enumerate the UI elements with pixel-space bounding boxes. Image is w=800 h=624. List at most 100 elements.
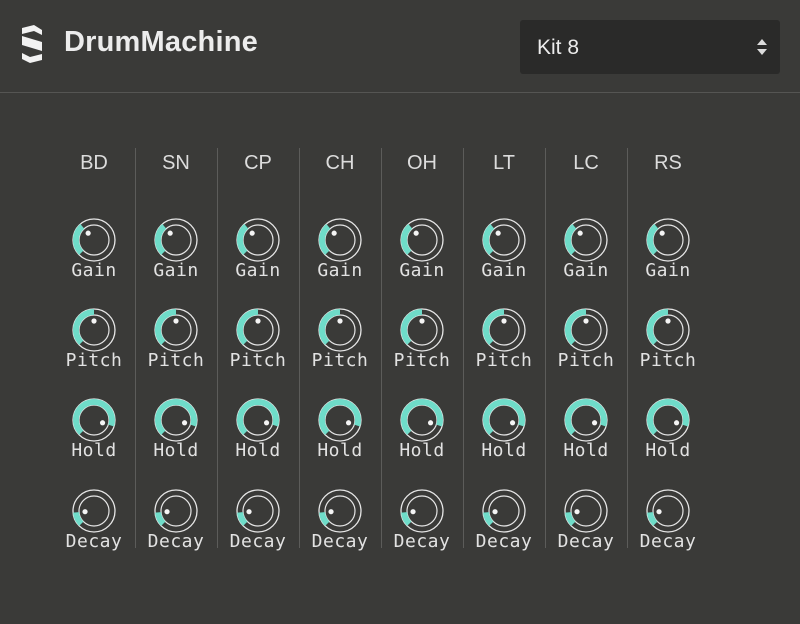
hold-control: Hold [299,396,381,476]
channel-cp: CP Gain Pitch Hold Decay [217,148,300,552]
knob-indicator-dot [246,509,252,515]
gain-knob[interactable] [234,216,282,264]
decay-knob[interactable] [70,487,118,535]
kit-select[interactable]: Kit 8 [520,20,780,74]
hold-knob[interactable] [398,396,446,444]
pitch-label: Pitch [393,350,451,371]
pitch-label: Pitch [229,350,287,371]
decay-knob[interactable] [644,487,692,535]
decay-control: Decay [545,487,627,567]
pitch-knob[interactable] [316,306,364,354]
hold-control: Hold [545,396,627,476]
pitch-knob[interactable] [644,306,692,354]
kit-select-value: Kit 8 [537,36,580,59]
pitch-label: Pitch [311,350,369,371]
pitch-knob[interactable] [152,306,200,354]
decay-control: Decay [381,487,463,567]
hold-control: Hold [463,396,545,476]
hold-label: Hold [71,440,117,461]
hold-knob[interactable] [234,396,282,444]
channel-oh: OH Gain Pitch Hold Decay [381,148,464,552]
channel-bd: BD Gain Pitch Hold Decay [53,148,136,552]
gain-knob[interactable] [152,216,200,264]
knob-indicator-dot [85,230,91,236]
knob-indicator-dot [673,420,680,426]
gain-knob[interactable] [644,216,692,264]
gain-label: Gain [563,260,609,281]
channel-name: CP [244,152,272,174]
hold-knob[interactable] [316,396,364,444]
app-title: DrumMachine [64,26,258,58]
knob-indicator-dot [419,318,425,324]
pitch-knob[interactable] [562,306,610,354]
knob-indicator-dot [410,509,416,515]
gain-knob[interactable] [316,216,364,264]
hold-knob[interactable] [152,396,200,444]
knob-indicator-dot [99,420,106,426]
knob-body [78,404,110,436]
knob-body [652,224,684,256]
hold-control: Hold [627,396,709,476]
gain-control: Gain [627,216,709,296]
hold-knob[interactable] [644,396,692,444]
gain-control: Gain [463,216,545,296]
pitch-knob[interactable] [398,306,446,354]
knob-indicator-dot [167,230,173,236]
decay-label: Decay [229,531,287,552]
channel-name: BD [80,152,108,174]
hold-label: Hold [235,440,281,461]
knob-indicator-dot [509,420,516,426]
hold-knob[interactable] [480,396,528,444]
decay-knob[interactable] [152,487,200,535]
gain-knob[interactable] [398,216,446,264]
pitch-label: Pitch [475,350,533,371]
gain-label: Gain [235,260,281,281]
hold-control: Hold [53,396,135,476]
knob-indicator-dot [173,318,179,324]
hold-label: Hold [399,440,445,461]
decay-knob[interactable] [562,487,610,535]
decay-knob[interactable] [316,487,364,535]
knob-indicator-dot [328,509,334,515]
pitch-knob[interactable] [480,306,528,354]
knob-indicator-dot [164,509,170,515]
knob-indicator-dot [495,230,501,236]
gain-knob[interactable] [480,216,528,264]
gain-knob[interactable] [562,216,610,264]
knob-indicator-dot [91,318,97,324]
hold-control: Hold [381,396,463,476]
pitch-label: Pitch [65,350,123,371]
hold-knob[interactable] [562,396,610,444]
gain-label: Gain [317,260,363,281]
channel-name: LC [573,152,599,174]
gain-control: Gain [381,216,463,296]
knob-indicator-dot [345,420,352,426]
knob-body [570,224,602,256]
decay-label: Decay [311,531,369,552]
gain-knob[interactable] [70,216,118,264]
decay-label: Decay [65,531,123,552]
decay-label: Decay [147,531,205,552]
channel-sn: SN Gain Pitch Hold Decay [135,148,218,552]
hold-knob[interactable] [70,396,118,444]
channel-rs: RS Gain Pitch Hold Decay [627,148,709,552]
knob-indicator-dot [249,230,255,236]
knob-indicator-dot [492,509,498,515]
knob-indicator-dot [659,230,665,236]
pitch-knob[interactable] [70,306,118,354]
gain-label: Gain [71,260,117,281]
knob-body [324,404,356,436]
knob-indicator-dot [591,420,598,426]
decay-knob[interactable] [398,487,446,535]
decay-knob[interactable] [480,487,528,535]
decay-knob[interactable] [234,487,282,535]
pitch-control: Pitch [545,306,627,386]
pitch-knob[interactable] [234,306,282,354]
pitch-label: Pitch [639,350,697,371]
pitch-control: Pitch [299,306,381,386]
gain-label: Gain [153,260,199,281]
knob-body [242,224,274,256]
gain-control: Gain [53,216,135,296]
gain-label: Gain [399,260,445,281]
gain-control: Gain [135,216,217,296]
